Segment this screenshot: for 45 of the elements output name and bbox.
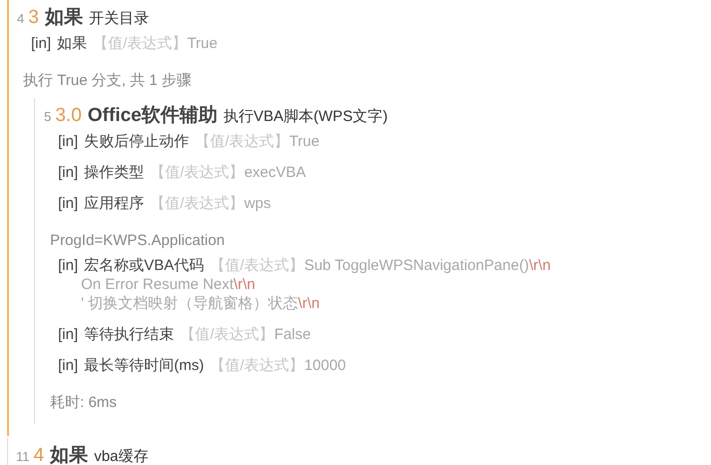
param-direction: [in] [58, 133, 78, 150]
param-name: 应用程序 [84, 194, 144, 213]
param-value: 10000 [304, 357, 346, 374]
param-type: 【值/表达式】 [210, 256, 304, 275]
param-value: True [187, 35, 218, 52]
step-note: ProgId=KWPS.Application [49, 231, 226, 251]
param-value: wps [244, 195, 271, 212]
step-index: 3 [28, 7, 39, 29]
param-value: execVBA [244, 164, 306, 181]
code-line: ' 切换文档映射（导航窗格）状态\r\n [80, 294, 321, 313]
param-type: 【值/表达式】 [150, 163, 244, 182]
param-type: 【值/表达式】 [210, 356, 304, 375]
param-direction: [in] [58, 326, 78, 343]
step-title: Office软件辅助 [88, 104, 218, 128]
step-index: 4 [34, 445, 44, 465]
param-name: 如果 [57, 34, 88, 53]
param-name: 等待执行结束 [84, 325, 174, 344]
param-name: 最长等待时间(ms) [84, 356, 204, 375]
param-direction: [in] [58, 164, 78, 181]
param-type: 【值/表达式】 [93, 34, 188, 53]
line-number: 5 [44, 109, 52, 124]
param-type: 【值/表达式】 [180, 325, 274, 344]
step-description: 执行VBA脚本(WPS文字) [224, 107, 388, 126]
code-line: On Error Resume Next\r\n [80, 275, 256, 294]
param-value: False [274, 326, 311, 343]
step-index: 3.0 [55, 105, 82, 127]
param-direction: [in] [58, 257, 78, 274]
param-name: 宏名称或VBA代码 [84, 256, 204, 275]
param-direction: [in] [31, 35, 52, 52]
line-number: 11 [16, 449, 30, 464]
step-description: 开关目录 [88, 9, 149, 28]
param-name: 失败后停止动作 [84, 132, 190, 151]
param-type: 【值/表达式】 [195, 132, 290, 151]
param-type: 【值/表达式】 [150, 194, 244, 213]
step-description: vba缓存 [94, 447, 148, 465]
param-value: True [289, 133, 320, 150]
param-direction: [in] [58, 195, 78, 212]
param-direction: [in] [58, 357, 78, 374]
step-title: 如果 [50, 444, 88, 465]
param-name: 操作类型 [84, 163, 144, 182]
step-title: 如果 [44, 6, 83, 30]
line-number: 4 [17, 11, 24, 26]
step-note: 耗时: 6ms [49, 393, 118, 413]
step-note: 执行 True 分支, 共 1 步骤 [22, 71, 193, 91]
param-value: Sub ToggleWPSNavigationPane()\r\n [304, 257, 551, 274]
